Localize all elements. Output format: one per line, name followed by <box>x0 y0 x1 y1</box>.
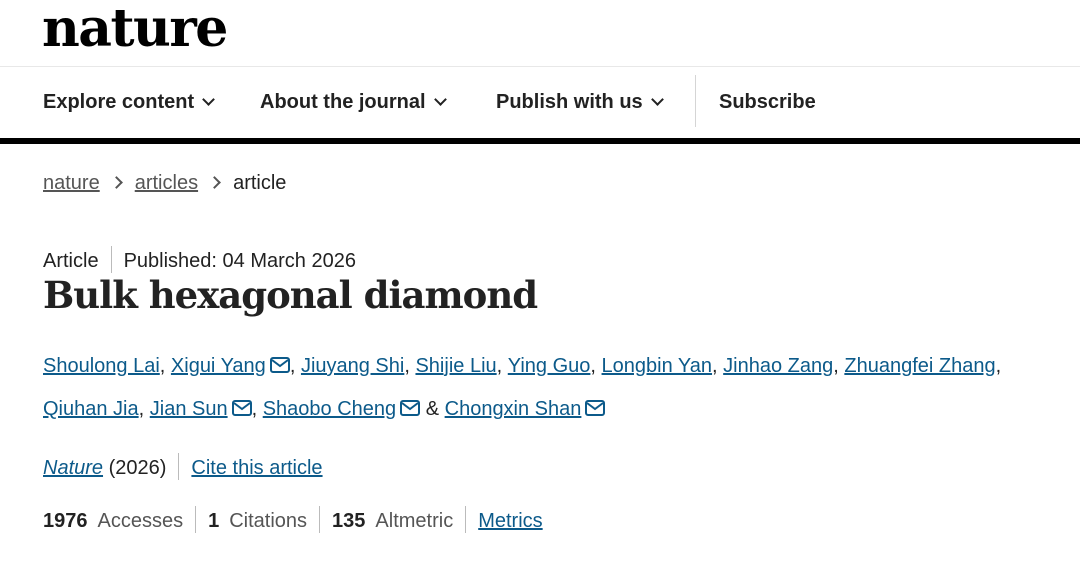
author-item: Chongxin Shan <box>445 398 606 420</box>
author-item: Shoulong Lai, <box>43 355 171 377</box>
nav-about-journal[interactable]: About the journal <box>260 67 447 138</box>
chevron-down-icon <box>433 93 447 106</box>
meta-divider <box>110 246 112 273</box>
author-separator: , <box>251 398 263 420</box>
journal-name-link[interactable]: Nature <box>43 457 103 479</box>
author-separator: & <box>420 398 445 420</box>
author-separator: , <box>159 355 171 377</box>
nav-publish-label: Publish with us <box>496 91 643 113</box>
envelope-icon[interactable] <box>585 389 606 431</box>
main-nav: Explore content About the journal Publis… <box>0 67 1080 144</box>
author-separator: , <box>995 355 1002 377</box>
author-item: Jinhao Zang, <box>723 355 844 377</box>
citations-label: Citations <box>229 509 308 532</box>
author-name-link[interactable]: Shijie Liu <box>415 355 496 377</box>
publication-year: (2026) <box>108 456 167 479</box>
author-name-link[interactable]: Jian Sun <box>150 398 228 420</box>
author-item: Longbin Yan, <box>602 355 724 377</box>
author-name-link[interactable]: Jinhao Zang <box>723 355 833 377</box>
breadcrumb-nature[interactable]: nature <box>43 172 100 194</box>
author-name-link[interactable]: Qiuhan Jia <box>43 398 139 420</box>
author-name-link[interactable]: Shoulong Lai <box>43 355 160 377</box>
author-name-link[interactable]: Longbin Yan <box>602 355 712 377</box>
envelope-icon[interactable] <box>231 389 252 431</box>
author-separator: , <box>712 355 724 377</box>
citations-count: 1 <box>208 509 220 532</box>
author-item: Qiuhan Jia, <box>43 398 150 420</box>
author-separator: , <box>138 398 150 420</box>
metrics-link[interactable]: Metrics <box>478 510 542 532</box>
article-metrics: 1976 Accesses 1 Citations 135 Altmetric Metric… <box>43 506 543 535</box>
published-date: Published: 04 March 2026 <box>123 249 356 272</box>
nav-divider <box>695 75 696 127</box>
article-type: Article <box>43 249 99 272</box>
chevron-down-icon <box>650 93 664 106</box>
author-name-link[interactable]: Ying Guo <box>508 355 591 377</box>
author-separator: , <box>590 355 602 377</box>
nav-explore-content[interactable]: Explore content <box>43 67 216 138</box>
journal-divider <box>178 453 180 480</box>
breadcrumb-current: article <box>233 172 287 194</box>
accesses-count: 1976 <box>43 509 88 532</box>
metrics-divider <box>465 506 467 533</box>
article-title: Bulk hexagonal diamond <box>43 273 538 317</box>
envelope-icon[interactable] <box>269 346 290 388</box>
author-item: Shijie Liu, <box>415 355 507 377</box>
breadcrumb-articles[interactable]: articles <box>135 172 198 194</box>
author-name-link[interactable]: Xigui Yang <box>171 355 266 377</box>
author-item: Shaobo Cheng & <box>263 398 445 420</box>
author-separator: , <box>833 355 845 377</box>
author-separator: , <box>496 355 508 377</box>
envelope-icon[interactable] <box>400 389 421 431</box>
author-name-link[interactable]: Jiuyang Shi <box>301 355 404 377</box>
author-item: Jian Sun, <box>150 398 263 420</box>
journal-info: Nature (2026) Cite this article <box>43 453 323 482</box>
author-item: Xigui Yang, <box>171 355 301 377</box>
nav-about-label: About the journal <box>260 91 426 113</box>
author-name-link[interactable]: Chongxin Shan <box>445 398 582 420</box>
author-name-link[interactable]: Shaobo Cheng <box>263 398 396 420</box>
author-separator: , <box>289 355 301 377</box>
altmetric-label: Altmetric <box>375 509 454 532</box>
masthead: nature <box>0 0 1080 67</box>
author-name-link[interactable]: Zhuangfei Zhang <box>844 355 995 377</box>
chevron-right-icon <box>109 176 123 189</box>
breadcrumb: nature articles article <box>43 172 286 195</box>
author-item: Zhuangfei Zhang, <box>844 355 1001 377</box>
author-list: Shoulong Lai, Xigui Yang, Jiuyang Shi, S… <box>43 345 1053 431</box>
author-item: Jiuyang Shi, <box>301 355 416 377</box>
altmetric-count: 135 <box>332 509 366 532</box>
author-item: Ying Guo, <box>508 355 602 377</box>
nav-subscribe[interactable]: Subscribe <box>719 67 816 138</box>
accesses-label: Accesses <box>97 509 184 532</box>
cite-article-link[interactable]: Cite this article <box>191 457 322 479</box>
article-meta: Article Published: 04 March 2026 <box>43 246 356 275</box>
nature-logo[interactable]: nature <box>42 0 228 64</box>
metrics-divider <box>319 506 321 533</box>
chevron-right-icon <box>208 176 221 189</box>
nav-explore-label: Explore content <box>43 91 195 113</box>
nav-publish-with-us[interactable]: Publish with us <box>496 67 664 138</box>
chevron-down-icon <box>202 93 216 106</box>
author-separator: , <box>404 355 416 377</box>
metrics-divider <box>195 506 197 533</box>
